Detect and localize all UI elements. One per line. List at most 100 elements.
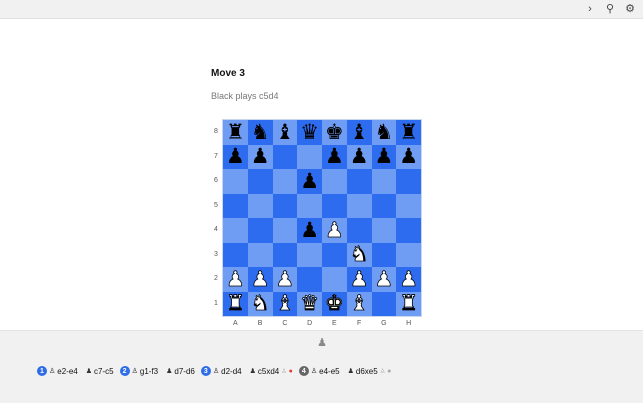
square-h1[interactable]: ♜: [396, 291, 421, 316]
black-pawn-icon[interactable]: ♟: [226, 146, 245, 167]
square-c1[interactable]: ♝: [272, 291, 298, 316]
square-h2[interactable]: ♟: [396, 267, 421, 292]
black-rook-icon[interactable]: ♜: [399, 121, 418, 143]
square-d6[interactable]: ♟: [297, 169, 322, 194]
square-g8[interactable]: ♞: [371, 120, 397, 145]
square-e4[interactable]: ♟: [322, 218, 347, 243]
square-d1[interactable]: ♛: [297, 291, 322, 316]
square-f5[interactable]: [346, 193, 372, 218]
white-pawn-icon[interactable]: ♟: [275, 268, 295, 290]
white-bishop-icon[interactable]: ♝: [349, 292, 369, 314]
square-h6[interactable]: [396, 169, 421, 194]
white-pawn-icon[interactable]: ♟: [325, 219, 345, 241]
white-knight-icon[interactable]: ♞: [349, 243, 369, 265]
square-c4[interactable]: [272, 218, 298, 243]
square-g3[interactable]: [371, 242, 397, 267]
square-g5[interactable]: [371, 193, 397, 218]
chess-board[interactable]: ♜ ♞ ♝ ♛ ♚ ♝ ♞ ♜ ♟ ♟ ♟ ♟ ♟ ♟ ♟ ♟ ♟ ♞ ♟ ♟ ♟ ♟ ♟ ♟ ♜ ♞ ♝ ♛ ♚ ♝ ♜: [223, 120, 421, 316]
square-e6[interactable]: [322, 169, 347, 194]
square-c6[interactable]: [272, 169, 298, 194]
white-pawn-icon[interactable]: ♟: [399, 268, 419, 290]
square-b3[interactable]: [247, 242, 273, 267]
black-king-icon[interactable]: ♚: [325, 121, 344, 143]
move-pair[interactable]: 4 ♙ e4-e5 ♟ d6xe5 ♙ ●: [298, 366, 391, 376]
square-h4[interactable]: [396, 218, 421, 243]
square-c2[interactable]: ♟: [272, 267, 298, 292]
white-rook-icon[interactable]: ♜: [399, 292, 419, 314]
settings-icon[interactable]: ⚙: [623, 2, 637, 16]
black-pawn-icon[interactable]: ♟: [374, 146, 393, 167]
square-e7[interactable]: ♟: [322, 144, 347, 169]
square-h8[interactable]: ♜: [396, 120, 421, 145]
black-pawn-icon[interactable]: ♟: [325, 146, 344, 167]
square-g2[interactable]: ♟: [371, 267, 397, 292]
square-b8[interactable]: ♞: [247, 120, 273, 145]
black-knight-icon[interactable]: ♞: [374, 121, 393, 143]
square-e8[interactable]: ♚: [322, 120, 347, 145]
square-b7[interactable]: ♟: [247, 144, 273, 169]
square-h5[interactable]: [396, 193, 421, 218]
black-queen-icon[interactable]: ♛: [300, 121, 319, 143]
square-b1[interactable]: ♞: [247, 291, 273, 316]
square-e1[interactable]: ♚: [322, 291, 347, 316]
move-pair[interactable]: 1 ♙ e2-e4 ♟ c7-c5: [37, 366, 114, 376]
square-a8[interactable]: ♜: [223, 120, 248, 145]
black-knight-icon[interactable]: ♞: [251, 121, 270, 143]
black-bishop-icon[interactable]: ♝: [275, 121, 294, 143]
square-d4[interactable]: ♟: [297, 218, 322, 243]
square-c8[interactable]: ♝: [272, 120, 298, 145]
square-g6[interactable]: [371, 169, 397, 194]
chevron-right-icon[interactable]: ›: [583, 2, 597, 16]
white-pawn-icon[interactable]: ♟: [250, 268, 270, 290]
square-a2[interactable]: ♟: [223, 267, 248, 292]
square-f8[interactable]: ♝: [346, 120, 372, 145]
black-rook-icon[interactable]: ♜: [226, 121, 245, 143]
square-d7[interactable]: [297, 144, 322, 169]
pawn-toggle-icon[interactable]: ♟: [315, 336, 329, 350]
square-f1[interactable]: ♝: [346, 291, 372, 316]
black-pawn-icon[interactable]: ♟: [350, 146, 369, 167]
black-pawn-icon[interactable]: ♟: [300, 170, 319, 192]
black-pawn-icon[interactable]: ♟: [251, 146, 270, 167]
black-pawn-icon[interactable]: ♟: [399, 146, 418, 167]
square-c5[interactable]: [272, 193, 298, 218]
move-pair[interactable]: 2 ♙ g1-f3 ♟ d7-d6: [119, 366, 195, 376]
square-d5[interactable]: [297, 193, 322, 218]
white-knight-icon[interactable]: ♞: [250, 292, 270, 314]
pin-icon[interactable]: ⚲: [603, 2, 617, 16]
square-e2[interactable]: [322, 267, 347, 292]
square-a5[interactable]: [223, 193, 248, 218]
square-g7[interactable]: ♟: [371, 144, 397, 169]
square-f3[interactable]: ♞: [346, 242, 372, 267]
black-bishop-icon[interactable]: ♝: [350, 121, 369, 143]
square-b4[interactable]: [247, 218, 273, 243]
square-a7[interactable]: ♟: [223, 144, 248, 169]
white-pawn-icon[interactable]: ♟: [349, 268, 369, 290]
square-f6[interactable]: [346, 169, 372, 194]
white-rook-icon[interactable]: ♜: [226, 292, 246, 314]
white-king-icon[interactable]: ♚: [325, 292, 345, 314]
white-bishop-icon[interactable]: ♝: [275, 292, 295, 314]
square-g1[interactable]: [371, 291, 397, 316]
white-queen-icon[interactable]: ♛: [300, 292, 320, 314]
square-h7[interactable]: ♟: [396, 144, 421, 169]
square-e3[interactable]: [322, 242, 347, 267]
square-a3[interactable]: [223, 242, 248, 267]
square-c3[interactable]: [272, 242, 298, 267]
square-c7[interactable]: [272, 144, 298, 169]
square-f2[interactable]: ♟: [346, 267, 372, 292]
square-b2[interactable]: ♟: [247, 267, 273, 292]
white-pawn-icon[interactable]: ♟: [226, 268, 246, 290]
square-a4[interactable]: [223, 218, 248, 243]
square-f4[interactable]: [346, 218, 372, 243]
white-pawn-icon[interactable]: ♟: [374, 268, 394, 290]
square-g4[interactable]: [371, 218, 397, 243]
square-h3[interactable]: [396, 242, 421, 267]
square-a6[interactable]: [223, 169, 248, 194]
square-e5[interactable]: [322, 193, 347, 218]
square-d8[interactable]: ♛: [297, 120, 322, 145]
square-d2[interactable]: [297, 267, 322, 292]
square-a1[interactable]: ♜: [223, 291, 248, 316]
square-b6[interactable]: [247, 169, 273, 194]
square-b5[interactable]: [247, 193, 273, 218]
